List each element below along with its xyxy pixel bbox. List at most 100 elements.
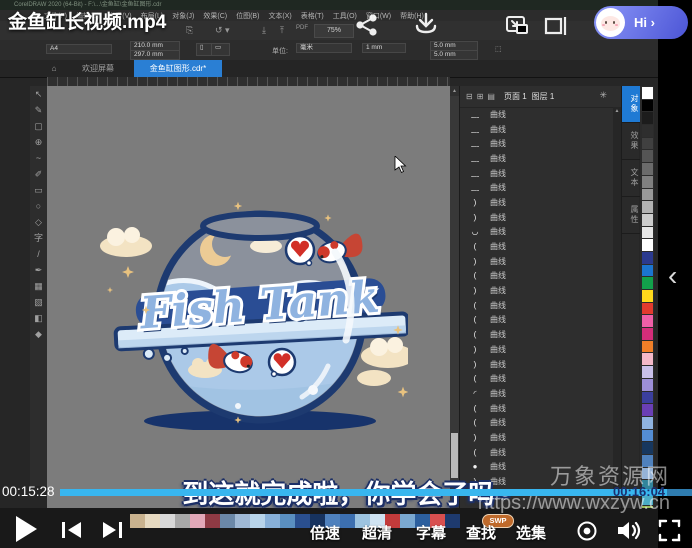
search-button[interactable]: 查找 (466, 522, 496, 543)
tool-button[interactable]: 字 (30, 230, 47, 246)
fullscreen-icon[interactable] (658, 519, 681, 542)
color-swatch[interactable] (642, 315, 653, 327)
document-color-swatch[interactable] (190, 514, 205, 528)
color-swatch[interactable] (642, 404, 653, 416)
color-swatch[interactable] (642, 189, 653, 201)
color-swatch[interactable] (642, 125, 653, 137)
import-icon[interactable]: ⤓ (262, 25, 266, 36)
tool-button[interactable]: ◇ (30, 214, 47, 230)
menu-item[interactable]: 位图(B) (236, 11, 259, 21)
tool-button[interactable]: ◆ (30, 326, 47, 342)
tool-button[interactable]: ▢ (30, 118, 47, 134)
document-color-swatch[interactable] (235, 514, 250, 528)
tool-button[interactable]: ◧ (30, 310, 47, 326)
document-color-swatch[interactable] (445, 514, 460, 528)
color-swatch[interactable] (642, 163, 653, 175)
object-list-item[interactable]: ﹏ 曲线 (460, 136, 613, 151)
paste-icon[interactable]: ⎘ (186, 25, 193, 36)
document-color-swatch[interactable] (175, 514, 190, 528)
color-swatch[interactable] (642, 227, 653, 239)
tool-button[interactable]: ▭ (30, 182, 47, 198)
zoom-level-select[interactable]: 75% (314, 24, 354, 38)
menu-item[interactable]: 对象(J) (172, 11, 194, 21)
color-swatch[interactable] (642, 150, 653, 162)
document-color-swatch[interactable] (145, 514, 160, 528)
color-swatch[interactable] (642, 379, 653, 391)
gear-icon[interactable]: ✳ (599, 90, 607, 101)
docker-tab-text[interactable]: 文本 (622, 160, 640, 197)
object-list-item[interactable]: ( 曲线 (460, 371, 613, 386)
object-list-item[interactable]: ﹏ 曲线 (460, 122, 613, 137)
page-preset-select[interactable]: A4 (46, 44, 112, 54)
docker-tab-effects[interactable]: 效果 (622, 123, 640, 160)
object-list-item[interactable]: ( 曲线 (460, 415, 613, 430)
object-list-item[interactable]: ( 曲线 (460, 327, 613, 342)
color-swatch[interactable] (642, 176, 653, 188)
color-swatch[interactable] (642, 201, 653, 213)
object-list-item[interactable]: ) 曲线 (460, 283, 613, 298)
menu-item[interactable]: 工具(O) (333, 11, 357, 21)
quality-button[interactable]: 超清 (362, 522, 392, 543)
object-list-item[interactable]: ﹏ 曲线 (460, 107, 613, 122)
tool-button[interactable]: ✎ (30, 102, 47, 118)
object-list-item[interactable]: ( 曲线 (460, 239, 613, 254)
color-swatch[interactable] (642, 265, 653, 277)
document-color-swatch[interactable] (340, 514, 355, 528)
object-list-item[interactable]: ﹏ 曲线 (460, 180, 613, 195)
object-list-item[interactable]: ( 曲线 (460, 269, 613, 284)
color-swatch[interactable] (642, 442, 653, 454)
color-swatch[interactable] (642, 328, 653, 340)
tab-welcome[interactable]: 欢迎屏幕 (64, 60, 132, 77)
record-icon[interactable] (576, 520, 598, 542)
tool-button[interactable]: / (30, 246, 47, 262)
nudge-field[interactable]: 1 mm (362, 43, 406, 53)
color-swatch[interactable] (642, 239, 653, 251)
tool-button[interactable]: ▧ (30, 294, 47, 310)
color-swatch[interactable] (642, 252, 653, 264)
document-color-swatch[interactable] (130, 514, 145, 528)
color-swatch[interactable] (642, 366, 653, 378)
download-icon[interactable] (413, 11, 439, 37)
object-list-item[interactable]: ﹏ 曲线 (460, 151, 613, 166)
document-color-swatch[interactable] (160, 514, 175, 528)
pdf-icon[interactable]: PDF (296, 25, 308, 31)
document-color-swatch[interactable] (400, 514, 415, 528)
subtitle-button[interactable]: 字幕 (416, 522, 446, 543)
side-panel-chevron-icon[interactable]: ‹ (668, 260, 677, 292)
tool-button[interactable]: ~ (30, 150, 47, 166)
home-icon[interactable]: ⌂ (46, 60, 62, 77)
color-swatch[interactable] (642, 353, 653, 365)
color-swatch[interactable] (642, 341, 653, 353)
docker-tab-objects[interactable]: 对象 (622, 86, 640, 123)
tool-button[interactable]: ✒ (30, 262, 47, 278)
undo-icon[interactable]: ↺ ▾ (215, 25, 230, 36)
menu-item[interactable]: 文本(X) (268, 11, 291, 21)
layers-icon[interactable]: ⊞ (477, 92, 484, 101)
color-swatch[interactable] (642, 303, 653, 315)
object-list-item[interactable]: ◡ 曲线 (460, 225, 613, 240)
color-swatch[interactable] (642, 417, 653, 429)
object-list-item[interactable]: ) 曲线 (460, 254, 613, 269)
tool-button[interactable]: ○ (30, 198, 47, 214)
tool-button[interactable]: ↖ (30, 86, 47, 102)
document-color-swatch[interactable] (265, 514, 280, 528)
tab-document-active[interactable]: 金鱼缸图形.cdr* (134, 60, 222, 77)
color-swatch[interactable] (642, 100, 653, 112)
previous-button[interactable] (60, 520, 84, 540)
color-swatch[interactable] (642, 138, 653, 150)
scroll-up-icon[interactable]: ▲ (450, 86, 459, 96)
options-icon[interactable]: ⬚ (495, 45, 502, 53)
screenshot-icon[interactable] (505, 13, 529, 37)
volume-icon[interactable] (616, 519, 643, 542)
color-swatch[interactable] (642, 214, 653, 226)
export-icon[interactable]: ⤒ (280, 25, 284, 36)
page-icon[interactable]: ▤ (487, 92, 495, 101)
landscape-button[interactable]: ▭ (211, 43, 230, 56)
tool-button[interactable]: ⊕ (30, 134, 47, 150)
menu-item[interactable]: 效果(C) (203, 11, 227, 21)
color-swatch[interactable] (642, 290, 653, 302)
document-color-swatch[interactable] (250, 514, 265, 528)
document-color-swatch[interactable] (295, 514, 310, 528)
object-list-item[interactable]: ( 曲线 (460, 401, 613, 416)
object-list-item[interactable]: ﹏ 曲线 (460, 166, 613, 181)
